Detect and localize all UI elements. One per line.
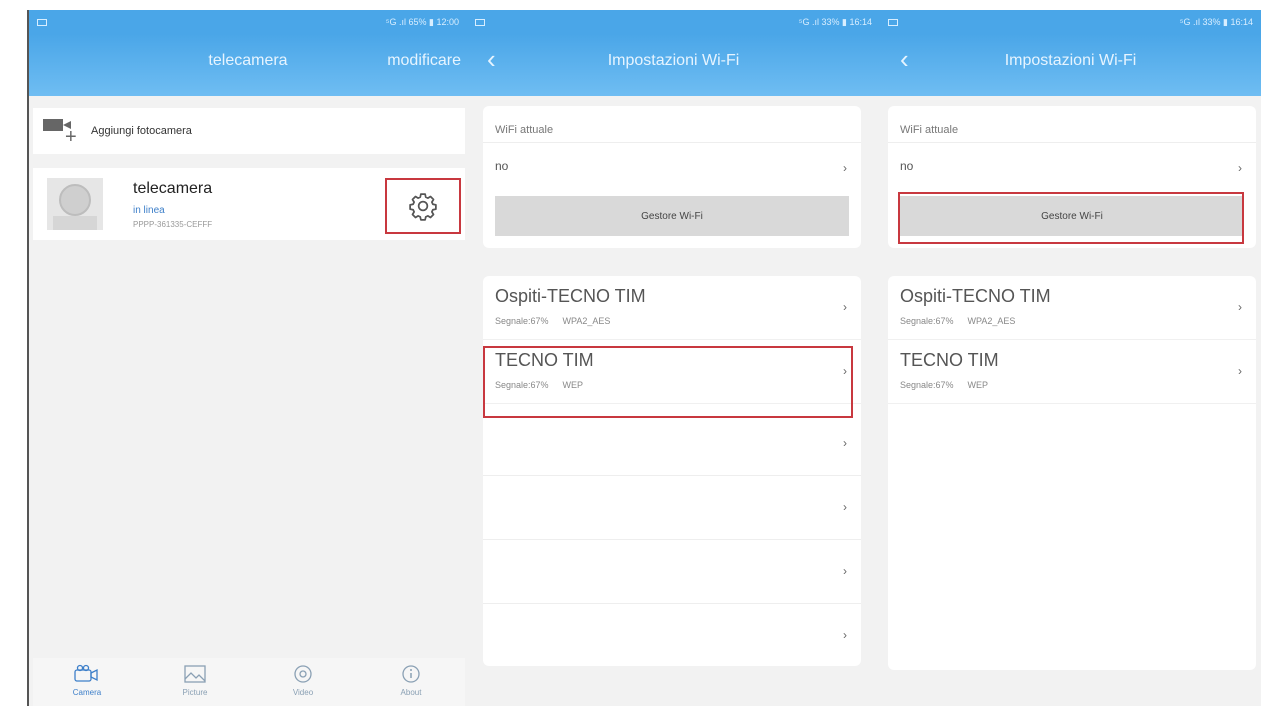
chevron-right-icon: › [843, 364, 847, 378]
chevron-right-icon: › [1238, 364, 1242, 378]
status-text: ⁵G .ıl 65% ▮ 12:00 [385, 16, 459, 27]
current-wifi-row[interactable]: no › [888, 142, 1256, 182]
network-name: TECNO TIM [495, 350, 594, 370]
tab-about[interactable]: About [371, 658, 451, 706]
chevron-right-icon: › [843, 436, 847, 450]
page-title: Impostazioni Wi-Fi [1004, 52, 1137, 69]
status-bar: ⁵G .ıl 33% ▮ 16:14 [467, 10, 880, 34]
network-name: TECNO TIM [900, 350, 999, 370]
tab-picture[interactable]: Picture [155, 658, 235, 706]
camera-thumbnail [47, 178, 103, 230]
network-signal: Segnale:67% [900, 380, 954, 390]
current-wifi-label: WiFi attuale [900, 124, 959, 136]
status-bar: ⁵G .ıl 65% ▮ 12:00 [29, 10, 467, 34]
network-security: WPA2_AES [967, 316, 1016, 326]
chevron-right-icon: › [1238, 300, 1242, 314]
current-wifi-value: no [495, 159, 509, 173]
chevron-right-icon: › [843, 300, 847, 314]
add-camera-icon: + [43, 117, 81, 147]
network-row[interactable]: Ospiti-TECNO TIM Segnale:67% WPA2_AES › [888, 276, 1256, 340]
gear-icon [409, 193, 437, 221]
camera-status: in linea [133, 205, 165, 216]
tab-video-label: Video [292, 688, 314, 697]
status-text: ⁵G .ıl 33% ▮ 16:14 [798, 16, 872, 27]
video-icon [294, 665, 312, 683]
app-header: ‹ Impostazioni Wi-Fi [467, 34, 880, 96]
network-name: Ospiti-TECNO TIM [495, 286, 646, 306]
chevron-right-icon: › [1238, 161, 1242, 175]
app-header: ‹ Impostazioni Wi-Fi [880, 34, 1261, 96]
network-row-empty[interactable]: › [483, 412, 861, 476]
edit-button[interactable]: modificare [387, 52, 461, 70]
chevron-right-icon: › [843, 161, 847, 175]
app-header: telecamera modificare [29, 34, 467, 96]
notification-icon [37, 18, 47, 26]
camera-name: telecamera [133, 180, 213, 197]
wifi-settings-screen: ⁵G .ıl 33% ▮ 16:14 ‹ Impostazioni Wi-Fi … [467, 10, 880, 706]
picture-icon [184, 665, 206, 683]
camera-settings-button[interactable] [385, 178, 461, 234]
network-row-empty[interactable]: › [483, 604, 861, 668]
network-row-empty[interactable]: › [483, 540, 861, 604]
network-security: WEP [967, 380, 989, 390]
tab-about-label: About [400, 688, 422, 697]
current-wifi-card: WiFi attuale no › Gestore Wi-Fi [483, 106, 861, 248]
status-bar: ⁵G .ıl 33% ▮ 16:14 [880, 10, 1261, 34]
current-wifi-value: no [900, 159, 914, 173]
chevron-right-icon: › [843, 628, 847, 642]
wifi-settings-screen: ⁵G .ıl 33% ▮ 16:14 ‹ Impostazioni Wi-Fi … [880, 10, 1261, 706]
network-row[interactable]: Ospiti-TECNO TIM Segnale:67% WPA2_AES › [483, 276, 861, 340]
notification-icon [888, 18, 898, 26]
network-signal: Segnale:67% [495, 380, 549, 390]
wifi-manager-button[interactable]: Gestore Wi-Fi [495, 196, 849, 236]
wifi-network-list: Ospiti-TECNO TIM Segnale:67% WPA2_AES › T… [888, 276, 1256, 670]
network-signal: Segnale:67% [495, 316, 549, 326]
network-security: WEP [562, 380, 584, 390]
page-title: Impostazioni Wi-Fi [607, 52, 740, 69]
chevron-right-icon: › [843, 500, 847, 514]
tab-picture-label: Picture [182, 688, 208, 697]
network-name: Ospiti-TECNO TIM [900, 286, 1051, 306]
tab-video[interactable]: Video [263, 658, 343, 706]
wifi-network-list: Ospiti-TECNO TIM Segnale:67% WPA2_AES › T… [483, 276, 861, 666]
network-row[interactable]: TECNO TIM Segnale:67% WEP › [483, 340, 861, 404]
current-wifi-row[interactable]: no › [483, 142, 861, 182]
current-wifi-card: WiFi attuale no › Gestore Wi-Fi [888, 106, 1256, 248]
camera-uid: PPPP-361335-CEFFF [133, 220, 213, 229]
info-icon [402, 665, 420, 683]
add-camera-label: Aggiungi fotocamera [91, 125, 192, 137]
tab-camera[interactable]: Camera [47, 658, 127, 706]
current-wifi-label: WiFi attuale [495, 124, 554, 136]
notification-icon [475, 18, 485, 26]
network-row-empty[interactable]: › [483, 476, 861, 540]
network-row[interactable]: TECNO TIM Segnale:67% WEP › [888, 340, 1256, 404]
camera-icon [74, 664, 98, 682]
bottom-tab-bar: Camera Picture Video About [33, 658, 465, 706]
network-signal: Segnale:67% [900, 316, 954, 326]
status-text: ⁵G .ıl 33% ▮ 16:14 [1179, 16, 1253, 27]
add-camera-button[interactable]: + Aggiungi fotocamera [33, 108, 465, 154]
network-security: WPA2_AES [562, 316, 611, 326]
wifi-manager-button[interactable]: Gestore Wi-Fi [900, 196, 1244, 236]
tab-camera-label: Camera [72, 688, 102, 697]
camera-list-screen: ⁵G .ıl 65% ▮ 12:00 telecamera modificare… [27, 10, 467, 706]
chevron-right-icon: › [843, 564, 847, 578]
